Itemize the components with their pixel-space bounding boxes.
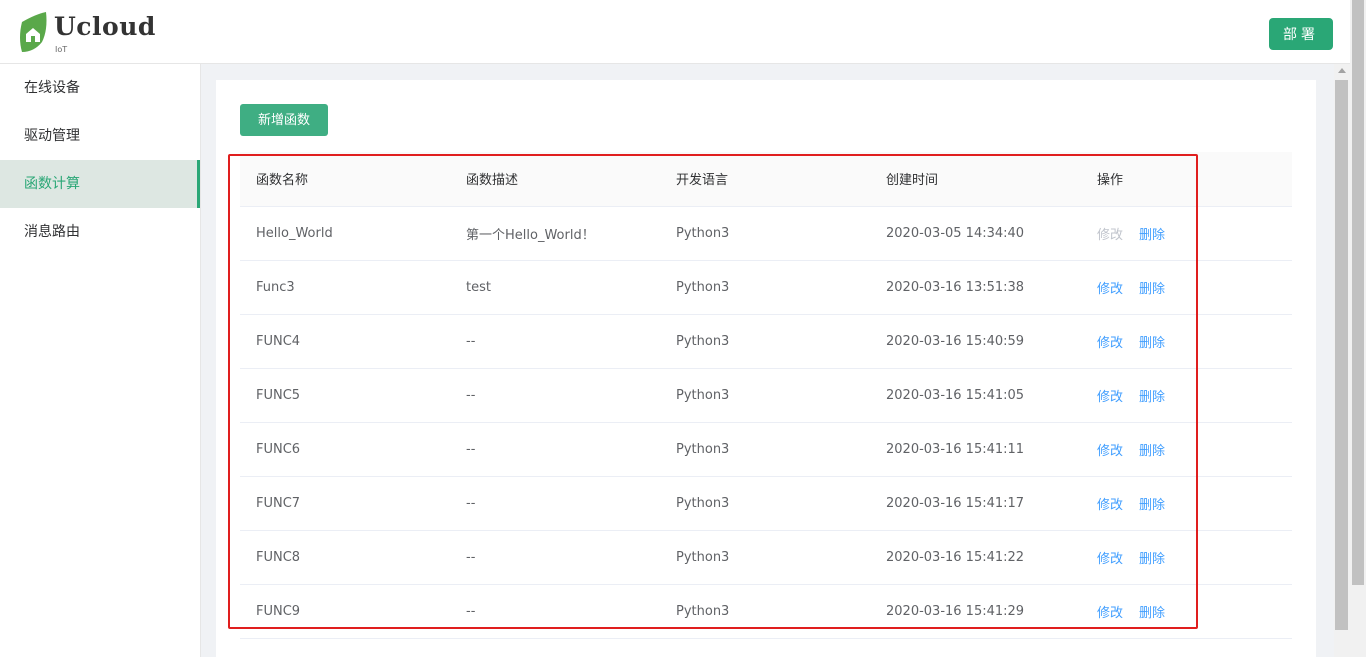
function-created-time-cell: 2020-03-16 15:41:17	[870, 476, 1081, 531]
sidebar-item-driver-management[interactable]: 驱动管理	[0, 112, 200, 160]
function-created-time-cell: 2020-03-16 13:51:38	[870, 260, 1081, 315]
function-language-cell: Python3	[660, 584, 870, 639]
ucloud-logo-icon	[20, 12, 47, 52]
delete-button[interactable]: 删除	[1139, 390, 1165, 405]
actions-cell: 修改 删除	[1081, 260, 1292, 315]
function-language-cell: Python3	[660, 368, 870, 423]
function-description-cell: --	[450, 530, 660, 585]
add-function-button[interactable]: 新增函数	[240, 104, 328, 136]
table-row: FUNC6 -- Python3 2020-03-16 15:41:11 修改 删除	[240, 422, 1292, 477]
edit-button: 修改	[1097, 227, 1124, 243]
delete-button[interactable]: 删除	[1139, 498, 1165, 513]
deploy-button[interactable]: 部署	[1269, 18, 1333, 50]
delete-button[interactable]: 删除	[1139, 552, 1165, 567]
function-language-cell: Python3	[660, 260, 870, 315]
function-language-cell: Python3	[660, 530, 870, 585]
function-name-cell: FUNC4	[240, 314, 450, 369]
function-language-cell: Python3	[660, 422, 870, 477]
function-language-cell: Python3	[660, 476, 870, 531]
column-header-description: 函数描述	[450, 152, 660, 207]
actions-cell: 修改 删除	[1081, 422, 1292, 477]
function-name-cell: Func3	[240, 260, 450, 315]
delete-button[interactable]: 删除	[1139, 282, 1165, 297]
edit-button[interactable]: 修改	[1097, 552, 1123, 567]
table-row: FUNC9 -- Python3 2020-03-16 15:41:29 修改 删除	[240, 584, 1292, 639]
delete-button[interactable]: 删除	[1139, 606, 1165, 621]
column-header-actions: 操作	[1081, 152, 1292, 207]
table-row: FUNC8 -- Python3 2020-03-16 15:41:22 修改 删除	[240, 530, 1292, 585]
scroll-thumb[interactable]	[1335, 80, 1348, 630]
actions-cell: 修改 删除	[1081, 584, 1292, 639]
column-header-language: 开发语言	[660, 152, 870, 207]
function-description-cell: --	[450, 314, 660, 369]
actions-cell: 修改 删除	[1081, 206, 1292, 261]
delete-button[interactable]: 删除	[1139, 444, 1165, 459]
brand-name: Ucloud	[54, 12, 156, 41]
function-description-cell: --	[450, 422, 660, 477]
function-created-time-cell: 2020-03-16 15:41:22	[870, 530, 1081, 585]
function-description-cell: --	[450, 476, 660, 531]
table-row: FUNC5 -- Python3 2020-03-16 15:41:05 修改 删除	[240, 368, 1292, 423]
sidebar-nav: 在线设备 驱动管理 函数计算 消息路由	[0, 64, 201, 657]
page-scroll-thumb[interactable]	[1352, 0, 1364, 585]
column-header-created-time: 创建时间	[870, 152, 1081, 207]
function-created-time-cell: 2020-03-16 15:41:29	[870, 584, 1081, 639]
main-content: 新增函数 函数名称 函数描述 开发语言 创建时间 操作 Hello_World 第…	[201, 64, 1334, 657]
edit-button[interactable]: 修改	[1097, 606, 1123, 621]
function-name-cell: FUNC7	[240, 476, 450, 531]
actions-cell: 修改 删除	[1081, 530, 1292, 585]
function-name-cell: FUNC5	[240, 368, 450, 423]
function-created-time-cell: 2020-03-16 15:41:05	[870, 368, 1081, 423]
function-created-time-cell: 2020-03-05 14:34:40	[870, 206, 1081, 261]
sidebar-item-message-routing[interactable]: 消息路由	[0, 208, 200, 256]
function-name-cell: FUNC9	[240, 584, 450, 639]
table-row: Func3 test Python3 2020-03-16 13:51:38 修改 删除	[240, 260, 1292, 315]
sidebar-item-function-compute[interactable]: 函数计算	[0, 160, 200, 208]
function-created-time-cell: 2020-03-16 15:41:11	[870, 422, 1081, 477]
function-table: 函数名称 函数描述 开发语言 创建时间 操作 Hello_World 第一个Hel…	[240, 152, 1292, 639]
function-description-cell: --	[450, 368, 660, 423]
function-name-cell: FUNC6	[240, 422, 450, 477]
table-row: FUNC4 -- Python3 2020-03-16 15:40:59 修改 删除	[240, 314, 1292, 369]
function-language-cell: Python3	[660, 314, 870, 369]
function-language-cell: Python3	[660, 206, 870, 261]
delete-button[interactable]: 删除	[1139, 336, 1165, 351]
page-scrollbar[interactable]	[1350, 0, 1366, 657]
content-scrollbar[interactable]	[1334, 64, 1350, 657]
sidebar-item-online-devices[interactable]: 在线设备	[0, 64, 200, 112]
function-name-cell: Hello_World	[240, 206, 450, 261]
edit-button[interactable]: 修改	[1097, 336, 1123, 351]
function-description-cell: 第一个Hello_World！	[450, 206, 660, 261]
table-header-row: 函数名称 函数描述 开发语言 创建时间 操作	[240, 152, 1292, 207]
function-description-cell: test	[450, 260, 660, 315]
table-row: Hello_World 第一个Hello_World！ Python3 2020-03…	[240, 206, 1292, 261]
app-header: Ucloud IoT 部署	[0, 0, 1350, 64]
edit-button[interactable]: 修改	[1097, 498, 1123, 513]
table-row: FUNC7 -- Python3 2020-03-16 15:41:17 修改 删除	[240, 476, 1292, 531]
function-card: 新增函数 函数名称 函数描述 开发语言 创建时间 操作 Hello_World 第…	[216, 80, 1316, 657]
delete-button[interactable]: 删除	[1139, 228, 1165, 243]
brand-subtitle: IoT	[55, 45, 68, 54]
actions-cell: 修改 删除	[1081, 368, 1292, 423]
edit-button[interactable]: 修改	[1097, 282, 1123, 297]
edit-button[interactable]: 修改	[1097, 444, 1123, 459]
scroll-up-arrow-icon[interactable]	[1338, 68, 1346, 73]
edit-button[interactable]: 修改	[1097, 390, 1123, 405]
function-created-time-cell: 2020-03-16 15:40:59	[870, 314, 1081, 369]
function-description-cell: --	[450, 584, 660, 639]
function-name-cell: FUNC8	[240, 530, 450, 585]
actions-cell: 修改 删除	[1081, 476, 1292, 531]
column-header-name: 函数名称	[240, 152, 450, 207]
actions-cell: 修改 删除	[1081, 314, 1292, 369]
